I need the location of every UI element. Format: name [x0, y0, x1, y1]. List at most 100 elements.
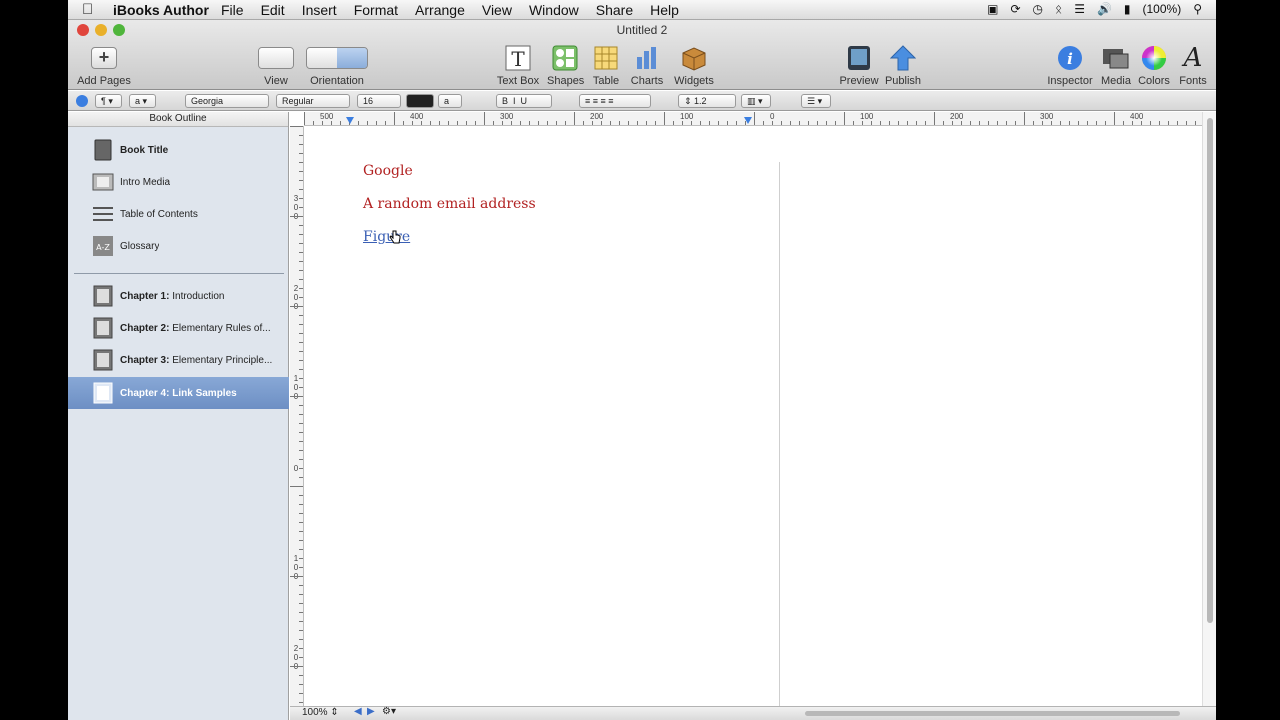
ruler-tick [952, 121, 953, 125]
ruler-tick [574, 112, 575, 125]
ruler-tick [299, 315, 303, 316]
ruler-tick [299, 162, 303, 163]
colors-button[interactable]: Colors [1136, 44, 1172, 87]
alignment-group[interactable]: ≡ ≡ ≡ ≡ [579, 94, 651, 108]
ruler-tick [299, 261, 303, 262]
list-style-control[interactable]: ☰ ▾ [801, 94, 831, 108]
previous-page-arrow-icon[interactable]: ◀ [354, 706, 362, 717]
sync-icon[interactable]: ⟳ [1010, 2, 1020, 16]
vertical-scrollbar[interactable] [1202, 112, 1216, 706]
horizontal-scroll-thumb[interactable] [805, 711, 1180, 716]
font-family-select[interactable]: Georgia [185, 94, 269, 108]
charts-button[interactable]: Charts [629, 44, 665, 87]
highlight-color-well[interactable]: a [438, 94, 462, 108]
chapter-title: Introduction [172, 290, 225, 302]
ruler-tick [736, 121, 737, 125]
character-style-menu[interactable]: a ▾ [129, 94, 156, 108]
bluetooth-icon[interactable]: ᛟ [1055, 2, 1062, 16]
email-link-text[interactable]: A random email address [363, 196, 536, 212]
add-pages-button[interactable]: + Add Pages [76, 44, 132, 87]
ruler-tick [299, 180, 303, 181]
menu-window[interactable]: Window [529, 2, 579, 18]
gear-icon[interactable]: ⚙▾ [382, 706, 396, 717]
inspector-button[interactable]: i Inspector [1046, 44, 1094, 87]
zoom-select[interactable]: 100% ⇕ [302, 707, 339, 718]
wifi-icon[interactable]: ☰ [1074, 2, 1085, 16]
outline-item-label: Intro Media [120, 176, 171, 188]
ruler-tick [1060, 121, 1061, 125]
font-size-field[interactable]: 16 [357, 94, 401, 108]
google-link-text[interactable]: Google [363, 163, 413, 179]
shapes-button[interactable]: Shapes [547, 44, 584, 87]
outline-item-table-of-contents[interactable]: Table of Contents [68, 198, 289, 230]
menu-file[interactable]: File [221, 2, 244, 18]
colors-label: Colors [1138, 75, 1170, 87]
menu-view[interactable]: View [482, 2, 512, 18]
ruler-tick [299, 549, 303, 550]
media-button[interactable]: Media [1098, 44, 1134, 87]
columns-control[interactable]: ▥ ▾ [741, 94, 771, 108]
next-page-arrow-icon[interactable]: ▶ [367, 706, 375, 717]
menu-share[interactable]: Share [596, 2, 633, 18]
vertical-ruler[interactable]: 3002001000100200 [290, 126, 304, 706]
line-spacing-control[interactable]: ⇕ 1.2 [678, 94, 736, 108]
view-layout-icon [258, 47, 294, 69]
menu-arrange[interactable]: Arrange [415, 2, 465, 18]
outline-item-book-title[interactable]: Book Title [68, 134, 289, 166]
spotlight-search-icon[interactable]: ⚲ [1193, 2, 1202, 16]
camera-icon[interactable]: ▣ [987, 2, 998, 16]
format-bar-toggle-icon[interactable] [76, 95, 88, 107]
menu-format[interactable]: Format [354, 2, 398, 18]
ruler-tick [299, 270, 303, 271]
menu-bar:  iBooks Author File Edit Insert Format … [68, 0, 1216, 20]
table-button[interactable]: Table [590, 44, 622, 87]
fonts-button[interactable]: A Fonts [1176, 43, 1210, 87]
menu-edit[interactable]: Edit [261, 2, 285, 18]
chapter-icon [93, 285, 113, 307]
widgets-button[interactable]: Widgets [672, 44, 716, 87]
vertical-scroll-thumb[interactable] [1207, 118, 1213, 623]
time-machine-icon[interactable]: ◷ [1033, 2, 1043, 16]
app-menu[interactable]: iBooks Author [113, 2, 209, 18]
outline-item-intro-media[interactable]: Intro Media [68, 166, 289, 198]
ruler-tick [808, 121, 809, 125]
ruler-tick [412, 121, 413, 125]
ruler-tick [299, 531, 303, 532]
outline-chapter-1[interactable]: Chapter 1: Introduction [68, 280, 289, 312]
document-canvas[interactable]: 5004003002001000100200300400 30020010001… [290, 112, 1216, 720]
view-button[interactable]: View [256, 44, 296, 87]
preview-button[interactable]: Preview [838, 44, 880, 87]
ruler-tick [898, 121, 899, 125]
outline-item-glossary[interactable]: A-Z Glossary [68, 230, 289, 262]
text-box-button[interactable]: T Text Box [496, 44, 540, 87]
charts-icon [629, 44, 665, 72]
ruler-tick [583, 121, 584, 125]
outline-chapter-4[interactable]: Chapter 4: Link Samples [68, 377, 289, 409]
outline-chapter-3[interactable]: Chapter 3: Elementary Principle... [68, 344, 289, 376]
svg-text:i: i [1067, 50, 1073, 68]
ruler-tick [299, 279, 303, 280]
page-area[interactable]: Google A random email address Figure [304, 126, 1202, 706]
publish-button[interactable]: Publish [883, 44, 923, 87]
ruler-indent-marker-icon[interactable] [744, 117, 752, 124]
bold-italic-underline-group[interactable]: B I U [496, 94, 552, 108]
apple-menu-icon[interactable]:  [82, 1, 93, 18]
paragraph-style-menu[interactable]: ¶ ▾ [95, 94, 122, 108]
volume-icon[interactable]: 🔊 [1097, 2, 1112, 16]
battery-icon[interactable]: ▮ [1124, 2, 1131, 16]
text-color-well[interactable] [406, 94, 434, 108]
outline-chapter-2[interactable]: Chapter 2: Elementary Rules of... [68, 312, 289, 344]
ruler-tick [340, 121, 341, 125]
font-style-select[interactable]: Regular [276, 94, 350, 108]
ruler-tick [1159, 121, 1160, 125]
menu-insert[interactable]: Insert [302, 2, 337, 18]
ruler-indent-marker-icon[interactable] [346, 117, 354, 124]
horizontal-ruler[interactable]: 500 400 300 200 100 0 100 200 300 400 [304, 112, 1202, 126]
menu-help[interactable]: Help [650, 2, 679, 18]
ruler-tick [493, 121, 494, 125]
ruler-label: 500 [320, 112, 334, 121]
outline-item-label: Book Title [120, 144, 169, 156]
figure-link-text[interactable]: Figure [363, 229, 410, 245]
book-outline-sidebar: Book Outline Book Title Intro Media Tabl… [68, 112, 289, 720]
orientation-control[interactable]: Orientation [306, 44, 368, 87]
